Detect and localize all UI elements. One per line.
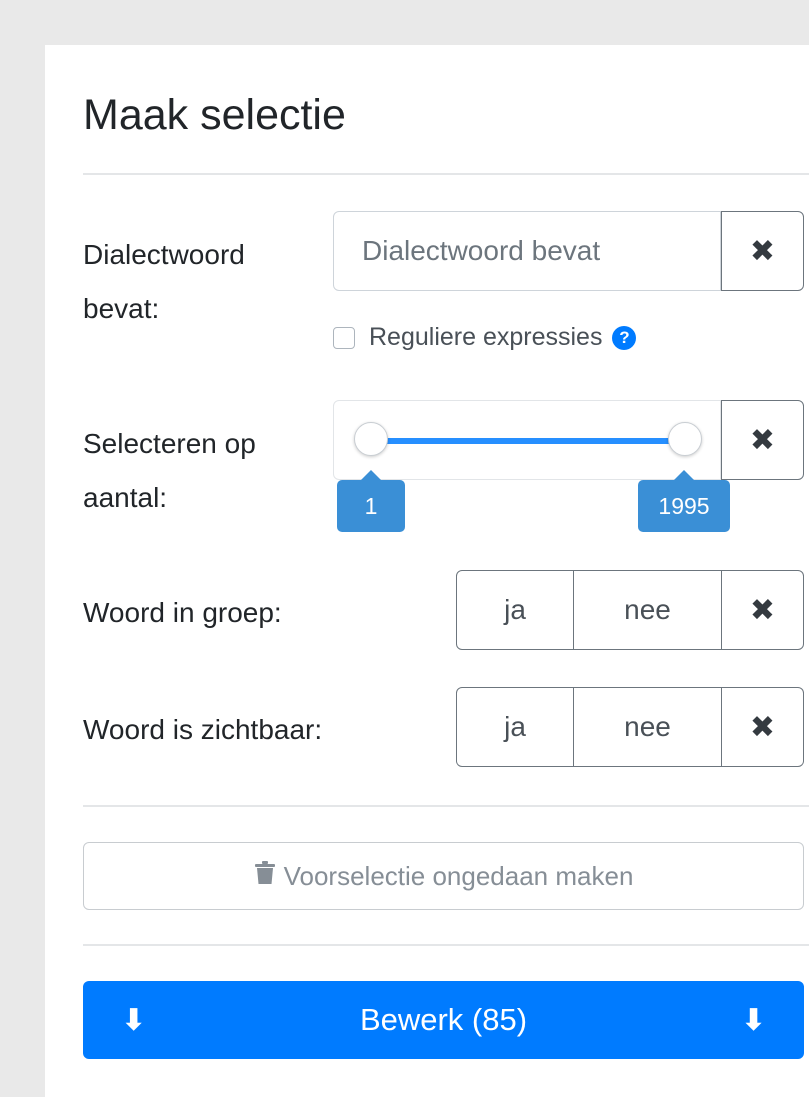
slider-max-tooltip: 1995: [638, 470, 730, 532]
regex-label: Reguliere expressies: [369, 323, 603, 351]
regex-option: Reguliere expressies ?: [333, 323, 637, 352]
zichtbaar-nee-button[interactable]: nee: [574, 687, 722, 767]
bewerk-button[interactable]: ⬇ Bewerk (85) ⬇: [83, 981, 804, 1059]
in-groep-nee-button[interactable]: nee: [574, 570, 722, 650]
clear-zichtbaar-button[interactable]: ✖: [722, 687, 804, 767]
aantal-slider[interactable]: [333, 400, 721, 480]
clear-aantal-button[interactable]: ✖: [721, 400, 804, 480]
zichtbaar-toggle: ja nee ✖: [456, 687, 804, 767]
panel-title: Maak selectie: [83, 91, 346, 139]
arrow-down-icon: ⬇: [121, 1003, 147, 1037]
help-icon[interactable]: ?: [612, 325, 637, 350]
slider-max-handle[interactable]: [668, 422, 702, 456]
zichtbaar-label: Woord is zichtbaar:: [83, 714, 323, 745]
clear-dialectwoord-button[interactable]: ✖: [721, 211, 804, 291]
slider-min-handle[interactable]: [354, 422, 388, 456]
bewerk-label: Bewerk (85): [359, 1002, 528, 1037]
dialectwoord-input-wrapper: [333, 211, 721, 291]
aantal-label: Selecteren op aantal:: [83, 428, 256, 513]
undo-preselection-button[interactable]: Voorselectie ongedaan maken: [83, 842, 804, 910]
slider-min-tooltip: 1: [337, 470, 405, 532]
in-groep-label: Woord in groep:: [83, 597, 282, 628]
regex-checkbox[interactable]: [333, 326, 355, 349]
trash-icon: [254, 860, 276, 892]
divider: [83, 805, 809, 807]
in-groep-toggle: ja nee ✖: [456, 570, 804, 650]
slider-track[interactable]: [370, 438, 685, 444]
clear-in-groep-button[interactable]: ✖: [722, 570, 804, 650]
in-groep-ja-button[interactable]: ja: [456, 570, 574, 650]
divider: [83, 944, 809, 946]
arrow-down-icon: ⬇: [740, 1003, 766, 1037]
selection-panel: Maak selectie Dialectwoord bevat: ✖ Regu…: [45, 45, 809, 1097]
dialectwoord-input[interactable]: [334, 212, 720, 290]
undo-label: Voorselectie ongedaan maken: [283, 860, 634, 891]
dialectwoord-label: Dialectwoord bevat:: [83, 239, 245, 324]
divider: [83, 173, 809, 175]
zichtbaar-ja-button[interactable]: ja: [456, 687, 574, 767]
